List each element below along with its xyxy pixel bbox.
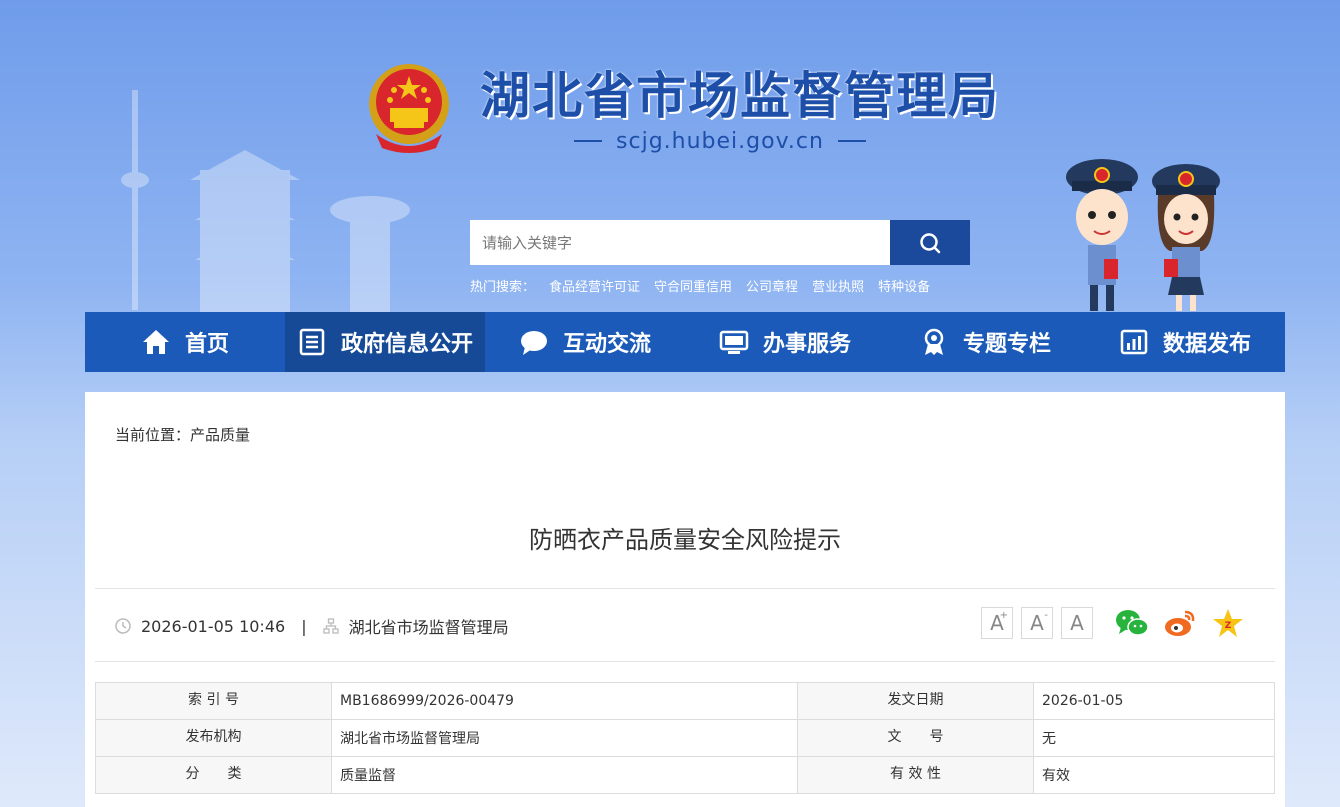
document-info-table: 索 引 号 MB1686999/2026-00479 发文日期 2026-01-… xyxy=(95,682,1275,794)
org-value: 湖北省市场监督管理局 xyxy=(331,719,798,757)
hot-search-item[interactable]: 特种设备 xyxy=(878,276,930,295)
nav-item-home[interactable]: 首页 xyxy=(85,312,285,372)
table-row: 分 类 质量监督 有 效 性 有效 xyxy=(95,756,1275,794)
divider xyxy=(95,588,1275,589)
mascot-illustration xyxy=(1066,159,1220,311)
search-input[interactable] xyxy=(470,220,890,265)
breadcrumb: 当前位置：产品质量 xyxy=(115,426,251,444)
monitor-icon xyxy=(719,330,749,354)
national-emblem-icon xyxy=(369,64,449,153)
table-row: 发布机构 湖北省市场监督管理局 文 号 无 xyxy=(95,719,1275,757)
svg-text:Z: Z xyxy=(1225,621,1232,631)
publish-source: 湖北省市场监督管理局 xyxy=(348,618,509,637)
award-icon xyxy=(924,328,944,355)
font-size-large-button[interactable]: A + xyxy=(981,607,1013,639)
site-title: 湖北省市场监督管理局 xyxy=(480,67,1000,125)
validity-value: 有效 xyxy=(1033,756,1275,794)
hot-search: 热门搜索： 食品经营许可证 守合同重信用 公司章程 营业执照 特种设备 xyxy=(470,276,930,295)
wechat-icon xyxy=(1116,610,1149,636)
date-value: 2026-01-05 xyxy=(1033,682,1275,720)
date-label: 发文日期 xyxy=(797,682,1034,720)
search-icon xyxy=(920,232,941,253)
font-small-glyph: A xyxy=(1070,611,1084,635)
category-label: 分 类 xyxy=(95,756,332,794)
nav-item-data[interactable]: 数据发布 xyxy=(1085,312,1285,372)
qzone-star-icon: Z xyxy=(1213,609,1243,637)
article-title: 防晒衣产品质量安全风险提示 xyxy=(529,526,841,554)
font-minus-glyph: - xyxy=(1044,610,1048,621)
domain-dash-right xyxy=(837,140,866,142)
org-label: 发布机构 xyxy=(95,719,332,757)
font-medium-glyph: A xyxy=(1030,611,1044,635)
nav-item-label: 专题专栏 xyxy=(962,332,1051,357)
hot-search-label: 热门搜索： xyxy=(470,280,536,295)
font-plus-glyph: + xyxy=(999,610,1008,621)
article-tools: A + A - A Z xyxy=(973,606,1245,640)
index-value: MB1686999/2026-00479 xyxy=(331,682,798,720)
share-weibo-button[interactable] xyxy=(1163,606,1197,640)
nav-item-label: 互动交流 xyxy=(562,332,651,357)
organization-icon xyxy=(322,618,339,634)
validity-label: 有 效 性 xyxy=(797,756,1034,794)
doc-number-label: 文 号 xyxy=(797,719,1034,757)
nav-item-label: 数据发布 xyxy=(1162,332,1251,357)
table-row: 索 引 号 MB1686999/2026-00479 发文日期 2026-01-… xyxy=(95,682,1275,720)
nav-item-gov-info[interactable]: 政府信息公开 xyxy=(285,312,485,372)
chart-icon xyxy=(1120,329,1148,355)
content-panel: 当前位置：产品质量 防晒衣产品质量安全风险提示 2026-01-05 10:46… xyxy=(85,392,1285,807)
share-wechat-button[interactable] xyxy=(1115,606,1149,640)
nav-item-services[interactable]: 办事服务 xyxy=(685,312,885,372)
header: 湖北省市场监督管理局 scjg.hubei.gov.cn 热门搜索： 食品经营许… xyxy=(0,0,1340,312)
hot-search-item[interactable]: 营业执照 xyxy=(812,276,864,295)
publish-datetime: 2026-01-05 10:46 xyxy=(141,616,286,636)
meta-separator: | xyxy=(301,616,307,636)
chat-icon xyxy=(520,331,547,355)
share-qzone-button[interactable]: Z xyxy=(1211,606,1245,640)
divider xyxy=(95,661,1275,662)
hot-search-item[interactable]: 守合同重信用 xyxy=(654,276,732,295)
domain-dash-left xyxy=(574,140,603,142)
nav-item-topics[interactable]: 专题专栏 xyxy=(885,312,1085,372)
document-icon xyxy=(299,328,325,356)
search-button[interactable] xyxy=(890,220,970,265)
hot-search-item[interactable]: 公司章程 xyxy=(746,276,798,295)
doc-number-value: 无 xyxy=(1033,719,1275,757)
nav-item-label: 首页 xyxy=(184,332,229,357)
category-value: 质量监督 xyxy=(331,756,798,794)
font-size-medium-button[interactable]: A - xyxy=(1021,607,1053,639)
font-size-small-button[interactable]: A xyxy=(1061,607,1093,639)
search-box xyxy=(470,220,970,265)
domain-text: scjg.hubei.gov.cn xyxy=(616,128,824,154)
main-nav: 首页 政府信息公开 互动交流 办事服务 专题专栏 数据发布 xyxy=(85,312,1285,372)
index-label: 索 引 号 xyxy=(95,682,332,720)
home-icon xyxy=(142,330,169,354)
site-domain: scjg.hubei.gov.cn xyxy=(560,124,880,158)
clock-icon xyxy=(115,618,131,634)
nav-item-interaction[interactable]: 互动交流 xyxy=(485,312,685,372)
article-meta: 2026-01-05 10:46 | 湖北省市场监督管理局 xyxy=(115,614,509,638)
hot-search-item[interactable]: 食品经营许可证 xyxy=(549,276,640,295)
nav-item-label: 办事服务 xyxy=(762,332,851,357)
nav-item-label: 政府信息公开 xyxy=(340,332,473,357)
weibo-icon xyxy=(1165,610,1195,636)
